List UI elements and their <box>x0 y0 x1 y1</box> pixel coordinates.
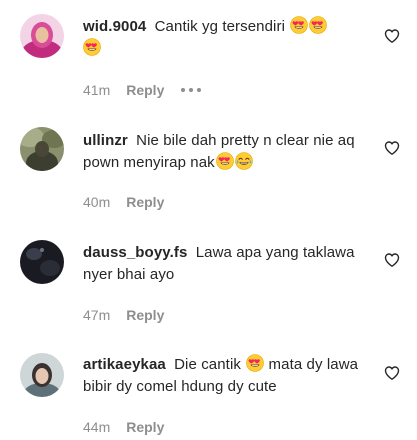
heart-eyes-emoji <box>215 152 234 170</box>
heart-eyes-emoji <box>246 354 265 372</box>
more-options-icon[interactable] <box>181 88 202 92</box>
like-heart-icon[interactable] <box>384 28 400 44</box>
avatar[interactable] <box>20 240 64 284</box>
like-heart-icon[interactable] <box>384 252 400 268</box>
like-heart-icon[interactable] <box>384 140 400 156</box>
comment-username[interactable]: ullinzr <box>83 132 128 149</box>
tears-of-joy-emoji <box>234 152 253 170</box>
avatar[interactable] <box>20 14 64 58</box>
comment-username[interactable]: artikaeykaa <box>83 356 166 373</box>
like-heart-icon[interactable] <box>384 365 400 381</box>
avatar[interactable] <box>20 127 64 171</box>
comment-timestamp: 47m <box>83 307 111 323</box>
comment-text: Die cantik <box>174 356 241 373</box>
avatar-image <box>20 14 64 58</box>
comment-timestamp: 41m <box>83 82 111 98</box>
comment-timestamp: 40m <box>83 194 111 210</box>
comment-username[interactable]: dauss_boyy.fs <box>83 244 187 261</box>
comment-username[interactable]: wid.9004 <box>83 18 146 35</box>
reply-button[interactable]: Reply <box>126 418 164 436</box>
heart-eyes-emoji <box>83 38 101 56</box>
comment-timestamp: 44m <box>83 419 111 435</box>
heart-eyes-emoji <box>290 16 309 34</box>
avatar-image <box>20 240 64 284</box>
comment-text: Cantik yg tersendiri <box>154 18 286 35</box>
avatar-image <box>20 353 64 397</box>
avatar[interactable] <box>20 353 64 397</box>
heart-eyes-emoji <box>309 16 328 34</box>
reply-button[interactable]: Reply <box>126 306 164 324</box>
reply-button[interactable]: Reply <box>126 193 164 211</box>
reply-button[interactable]: Reply <box>126 81 164 99</box>
avatar-image <box>20 127 64 171</box>
